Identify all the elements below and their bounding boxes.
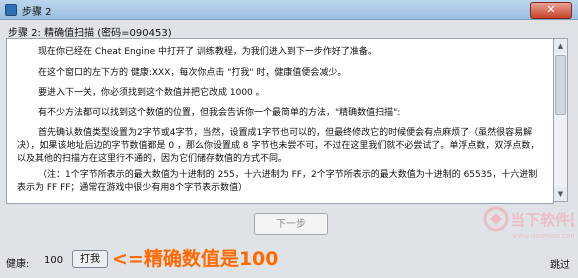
window-title: 步骤 2	[22, 7, 52, 18]
scroll-down-arrow-icon[interactable]: ▼	[554, 187, 567, 201]
paragraph-intro: 现在你已经在 Cheat Engine 中打开了 训练教程，为我们进入到下一步作…	[38, 47, 377, 57]
paragraph-method: 有不少方法都可以找到这个数值的位置，但我会告诉你一个最简单的方法，"精确数值扫描…	[38, 108, 401, 118]
watermark-brand: 当下软件园	[510, 211, 574, 229]
paragraph-goal: 要进入下一关，你必须找到这个数值并把它改成 1000 。	[38, 88, 265, 98]
paragraph-note: （注：1个字节所表示的最大数值为十进制的 255，十六进制为 FF，2个字节所表…	[17, 170, 538, 193]
app-icon	[5, 4, 17, 16]
paragraph-value-type: 首先确认数值类型设置为2字节或4字节，当然，设置成1字节也可以的，但最终修改它的…	[17, 128, 540, 164]
skip-link[interactable]: 跳过	[550, 256, 570, 271]
health-label: 健康:	[6, 259, 30, 270]
scroll-thumb[interactable]	[555, 55, 566, 115]
window-close-button[interactable]: ✕	[530, 2, 572, 19]
health-value: 100	[44, 255, 64, 266]
vertical-scrollbar[interactable]: ▲ ▼	[553, 38, 568, 202]
step-header: 步骤 2: 精确值扫描 (密码=090453)	[8, 28, 172, 39]
title-bar: 步骤 2 ✕	[0, 0, 578, 20]
watermark-url: www.downxia.com	[512, 232, 574, 240]
scroll-up-arrow-icon[interactable]: ▲	[554, 39, 567, 53]
next-step-button[interactable]: 下一步	[254, 213, 328, 235]
tutorial-text-area[interactable]: 现在你已经在 Cheat Engine 中打开了 训练教程，为我们进入到下一步作…	[6, 38, 554, 204]
annotation-text: <=精确数值是100	[112, 248, 279, 270]
paragraph-health: 在这个窗口的左下方的 健康:XXX，每次你点击 "打我" 时，健康值便会减少。	[38, 68, 347, 78]
hit-me-button[interactable]: 打我	[72, 250, 108, 268]
